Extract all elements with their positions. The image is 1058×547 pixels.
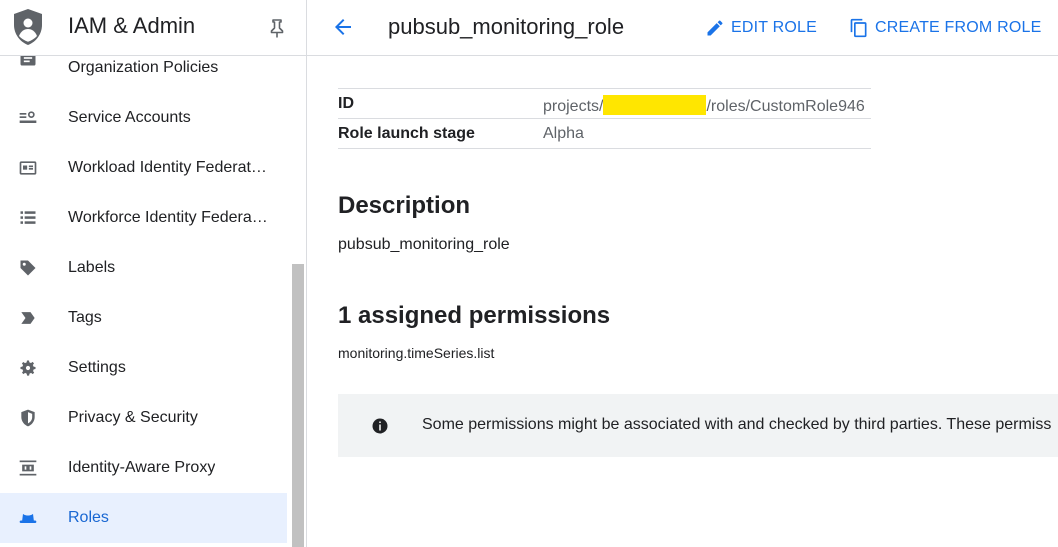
role-id-prefix: projects/ — [543, 98, 604, 115]
product-title: IAM & Admin — [68, 13, 196, 38]
sidebar-nav: Organization Policies Service Accounts W… — [0, 43, 306, 543]
sidebar-item-label: Labels — [68, 259, 116, 276]
description-text: pubsub_monitoring_role — [338, 236, 510, 253]
page-title: pubsub_monitoring_role — [388, 14, 625, 39]
pencil-icon — [707, 20, 723, 36]
sidebar-item-label: Privacy & Security — [68, 409, 198, 426]
sidebar-item-privacy-security[interactable]: Privacy & Security — [0, 393, 287, 443]
sidebar-item-label: Service Accounts — [68, 109, 191, 126]
sidebar-item-label: Workforce Identity Federa… — [68, 209, 268, 226]
service-account-icon — [19, 111, 37, 123]
roles-icon — [19, 513, 37, 523]
description-heading: Description — [338, 192, 471, 219]
back-arrow-icon[interactable] — [331, 15, 355, 39]
sidebar-scrollbar[interactable] — [292, 264, 304, 547]
sidebar-item-labels[interactable]: Labels — [0, 243, 287, 293]
sidebar-item-workload-identity-federation[interactable]: Workload Identity Federat… — [0, 143, 287, 193]
sidebar-item-label: Identity-Aware Proxy — [68, 459, 216, 476]
role-id-row: ID projects/ /roles/CustomRole946 — [338, 89, 871, 119]
permissions-heading: 1 assigned permissions — [338, 302, 611, 329]
gear-icon — [20, 360, 36, 376]
redacted-project-id — [603, 95, 707, 115]
proxy-icon — [19, 460, 37, 476]
sidebar-item-identity-aware-proxy[interactable]: Identity-Aware Proxy — [0, 443, 287, 493]
info-icon — [372, 418, 388, 434]
sidebar-item-workforce-identity-federation[interactable]: Workforce Identity Federa… — [0, 193, 287, 243]
workload-identity-icon — [19, 161, 37, 175]
iam-shield-icon — [14, 9, 42, 45]
sidebar-header: IAM & Admin — [0, 0, 306, 56]
sidebar-item-label: Settings — [68, 359, 126, 376]
sidebar-item-label: Tags — [68, 309, 102, 326]
edit-role-button[interactable]: EDIT ROLE — [705, 16, 817, 40]
create-from-role-label: CREATE FROM ROLE — [875, 19, 1042, 36]
third-party-notice: Some permissions might be associated wit… — [338, 394, 1058, 457]
label-icon — [20, 260, 36, 276]
sidebar-item-service-accounts[interactable]: Service Accounts — [0, 93, 287, 143]
page-header: pubsub_monitoring_role EDIT ROLE CREATE … — [307, 0, 1058, 56]
sidebar-item-label: Organization Policies — [68, 59, 219, 76]
edit-role-label: EDIT ROLE — [731, 19, 817, 36]
launch-stage-value: Alpha — [543, 125, 584, 142]
create-from-role-button[interactable]: CREATE FROM ROLE — [849, 16, 1041, 40]
sidebar: Organization Policies Service Accounts W… — [0, 0, 307, 547]
permission-item: monitoring.timeSeries.list — [338, 345, 495, 361]
launch-stage-row: Role launch stage Alpha — [338, 119, 871, 149]
launch-stage-label: Role launch stage — [338, 125, 475, 142]
role-id-value: projects/ /roles/CustomRole946 — [543, 95, 865, 116]
tag-icon — [21, 312, 35, 324]
sidebar-item-settings[interactable]: Settings — [0, 343, 287, 393]
role-details-table: ID projects/ /roles/CustomRole946 Role la… — [338, 88, 871, 149]
copy-icon — [850, 18, 867, 38]
role-id-suffix: /roles/CustomRole946 — [706, 98, 865, 115]
pin-icon[interactable] — [268, 18, 286, 38]
notice-text: Some permissions might be associated wit… — [422, 416, 1052, 433]
role-id-label: ID — [338, 95, 354, 112]
sidebar-item-label: Workload Identity Federat… — [68, 159, 267, 176]
shield-icon — [21, 409, 35, 427]
sidebar-item-tags[interactable]: Tags — [0, 293, 287, 343]
sidebar-item-roles[interactable]: Roles — [0, 493, 287, 543]
workforce-identity-icon — [20, 211, 36, 224]
sidebar-item-label: Roles — [68, 509, 109, 526]
